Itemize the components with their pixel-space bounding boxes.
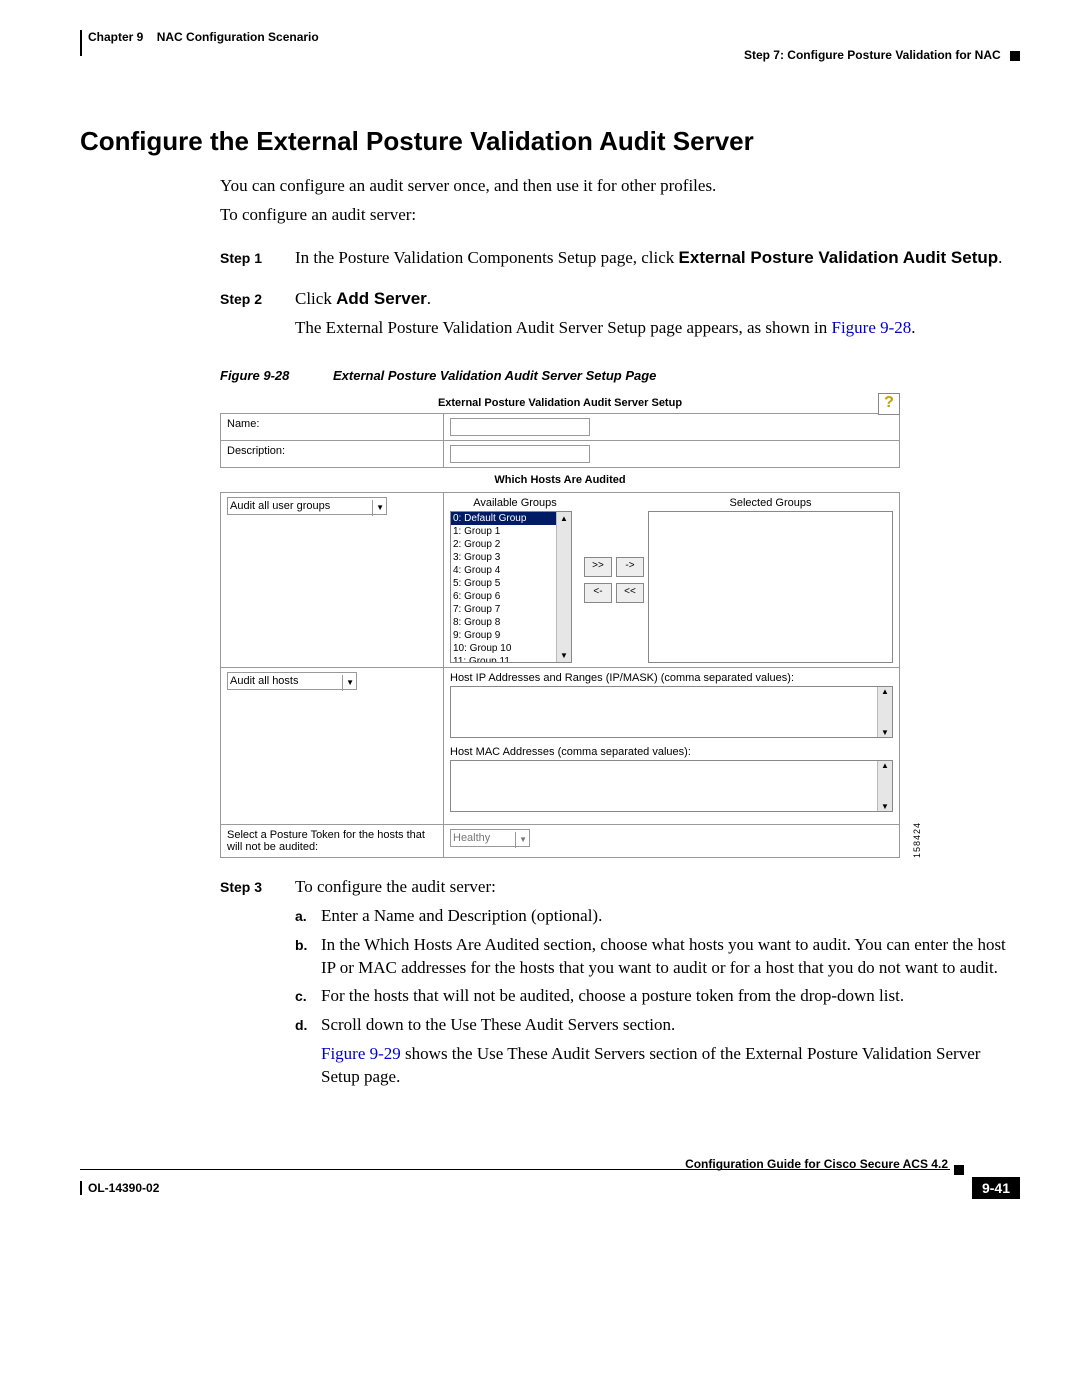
available-groups-list[interactable]: 0: Default Group 1: Group 1 2: Group 2 3… (450, 511, 572, 663)
scrollbar[interactable] (877, 687, 892, 737)
posture-token-dropdown[interactable]: Healthy (450, 829, 530, 847)
header-marker-icon (1010, 51, 1020, 61)
name-label: Name: (221, 413, 444, 440)
step-3c: For the hosts that will not be audited, … (321, 985, 1020, 1008)
intro-block: You can configure an audit server once, … (220, 175, 1020, 227)
step-3b: In the Which Hosts Are Audited section, … (321, 934, 1020, 980)
step-1-label: Step 1 (220, 247, 295, 270)
selected-groups-list[interactable] (648, 511, 893, 663)
move-one-left-button[interactable]: <- (584, 583, 612, 603)
footer-marker-icon (954, 1165, 964, 1175)
intro-line-2: To configure an audit server: (220, 204, 1020, 227)
ip-addresses-textarea[interactable] (450, 686, 893, 738)
move-one-right-button[interactable]: -> (616, 557, 644, 577)
figure-title: External Posture Validation Audit Server… (438, 397, 682, 409)
step-1: Step 1 In the Posture Validation Compone… (220, 247, 1020, 270)
figure-id: 158424 (912, 822, 922, 858)
page-footer: Configuration Guide for Cisco Secure ACS… (80, 1159, 1020, 1199)
move-all-left-button[interactable]: << (616, 583, 644, 603)
step-3-label: Step 3 (220, 876, 295, 1090)
description-label: Description: (221, 440, 444, 467)
mac-addresses-textarea[interactable] (450, 760, 893, 812)
name-input[interactable] (450, 418, 590, 436)
header-step-label: Step 7: Configure Posture Validation for… (744, 48, 1001, 62)
step-3d: Scroll down to the Use These Audit Serve… (321, 1014, 1020, 1089)
scrollbar[interactable] (556, 512, 571, 662)
step-3: Step 3 To configure the audit server: a.… (220, 876, 1020, 1090)
which-hosts-heading: Which Hosts Are Audited (220, 468, 900, 492)
mac-addresses-label: Host MAC Addresses (comma separated valu… (450, 746, 893, 758)
description-input[interactable] (450, 445, 590, 463)
help-icon[interactable]: ? (878, 393, 900, 415)
figure-9-28: External Posture Validation Audit Server… (220, 393, 900, 858)
step-2: Step 2 Click Add Server. The External Po… (220, 288, 1020, 340)
figure-9-28-link[interactable]: Figure 9-28 (832, 318, 912, 337)
chapter-title: NAC Configuration Scenario (157, 30, 319, 44)
page-title: Configure the External Posture Validatio… (80, 126, 1020, 157)
page-number-badge: 9-41 (972, 1177, 1020, 1199)
posture-token-label: Select a Posture Token for the hosts tha… (221, 824, 444, 857)
ip-addresses-label: Host IP Addresses and Ranges (IP/MASK) (… (450, 672, 893, 684)
chapter-number: Chapter 9 (88, 30, 143, 44)
scrollbar[interactable] (877, 761, 892, 811)
audit-groups-dropdown[interactable]: Audit all user groups (227, 497, 387, 515)
figure-9-29-link[interactable]: Figure 9-29 (321, 1044, 401, 1063)
intro-line-1: You can configure an audit server once, … (220, 175, 1020, 198)
footer-doc-number: OL-14390-02 (80, 1181, 159, 1195)
page-header: Chapter 9 NAC Configuration Scenario Ste… (80, 30, 1020, 56)
step-2-label: Step 2 (220, 288, 295, 340)
move-all-right-button[interactable]: >> (584, 557, 612, 577)
audit-hosts-dropdown[interactable]: Audit all hosts (227, 672, 357, 690)
figure-caption: Figure 9-28 External Posture Validation … (220, 368, 1020, 383)
selected-groups-label: Selected Groups (648, 497, 893, 509)
step-3a: Enter a Name and Description (optional). (321, 905, 1020, 928)
available-groups-label: Available Groups (450, 497, 580, 509)
